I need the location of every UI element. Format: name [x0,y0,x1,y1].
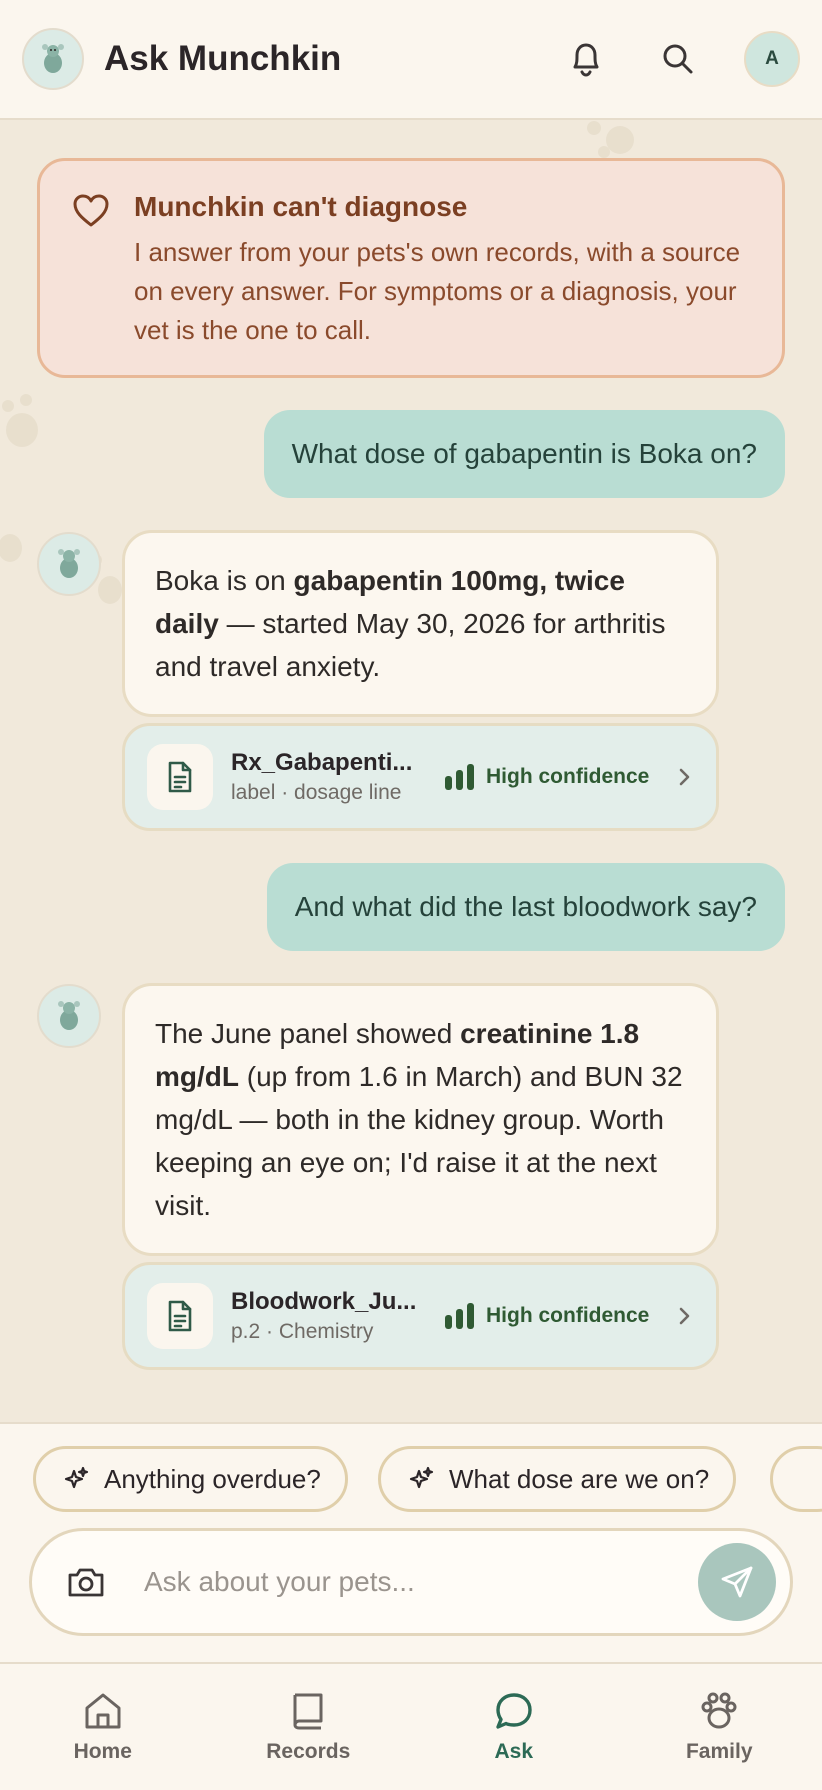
confidence-indicator: High confidence [445,1303,649,1329]
user-message: And what did the last bloodwork say? [266,863,785,951]
document-icon [147,1283,213,1349]
ask-input[interactable] [144,1566,698,1598]
book-icon [293,1693,323,1730]
nav-item-ask[interactable]: Ask [411,1664,617,1790]
bottom-nav: Home Records Ask Family [0,1662,822,1790]
confidence-indicator: High confidence [445,764,649,790]
pet-logo-icon [58,1001,80,1030]
suggestion-label: Anything overdue? [104,1463,321,1494]
message-composer [29,1528,793,1636]
app-logo [22,28,84,90]
search-icon [663,44,693,74]
source-filename: Bloodwork_Ju... [231,1288,417,1315]
sparkle-icon [64,1466,89,1489]
source-filename: Rx_Gabapenti... [231,749,413,776]
page-title: Ask Munchkin [104,39,342,78]
assistant-avatar [37,532,101,596]
send-button[interactable] [698,1543,776,1621]
signal-bars-icon [445,1303,474,1329]
message-text: — started May 30, 2026 for arthritis and… [155,608,666,682]
message-text: The June panel showed [155,1018,461,1049]
confidence-label: High confidence [486,765,650,788]
source-card[interactable]: Rx_Gabapenti... label · dosage line High… [122,723,719,831]
suggestion-chip[interactable]: Anything overdue? [33,1446,348,1512]
nav-label: Ask [494,1740,534,1763]
notice-body: I answer from your pets's own records, w… [134,237,741,345]
user-message-text: What dose of gabapentin is Boka on? [291,438,757,469]
paw-icon [701,1692,737,1729]
suggestion-chip-overflow[interactable] [770,1446,822,1512]
chat-icon [496,1693,532,1729]
send-icon [721,1566,753,1598]
notice-title: Munchkin can't diagnose [134,191,468,222]
assistant-message: The June panel showed creatinine 1.8 mg/… [122,983,719,1256]
user-message: What dose of gabapentin is Boka on? [263,410,785,498]
assistant-message: Boka is on gabapentin 100mg, twice daily… [122,530,719,717]
pet-logo-icon [42,44,64,73]
nav-label: Family [685,1740,753,1763]
app-header: Ask Munchkin A [0,0,822,120]
source-detail: p.2 · Chemistry [231,1320,374,1343]
confidence-label: High confidence [486,1304,650,1327]
source-detail: label · dosage line [231,781,402,804]
assistant-avatar [37,984,101,1048]
disclaimer-notice: Munchkin can't diagnose I answer from yo… [37,158,785,378]
bell-icon [573,43,599,77]
home-icon [85,1693,121,1729]
composer-area: Anything overdue? What dose are we on? [0,1422,822,1662]
chevron-right-icon [679,1307,690,1325]
notifications-button[interactable] [560,33,612,85]
nav-item-records[interactable]: Records [206,1664,412,1790]
chat-thread: Munchkin can't diagnose I answer from yo… [0,122,822,1422]
nav-label: Records [266,1740,351,1763]
nav-label: Home [73,1740,132,1763]
signal-bars-icon [445,764,474,790]
sparkle-icon [409,1466,434,1489]
suggestion-chip[interactable]: What dose are we on? [378,1446,737,1512]
user-avatar[interactable]: A [744,31,800,87]
source-card[interactable]: Bloodwork_Ju... p.2 · Chemistry High con… [122,1262,719,1370]
suggestion-label: What dose are we on? [449,1463,710,1494]
camera-icon[interactable] [66,1565,106,1599]
chevron-right-icon [679,768,690,786]
nav-item-home[interactable]: Home [0,1664,206,1790]
heart-icon [73,194,109,227]
nav-item-family[interactable]: Family [617,1664,822,1790]
search-button[interactable] [652,33,704,85]
document-icon [147,744,213,810]
user-message-text: And what did the last bloodwork say? [294,891,757,922]
message-text: Boka is on [155,565,294,596]
pet-logo-icon [58,549,80,578]
